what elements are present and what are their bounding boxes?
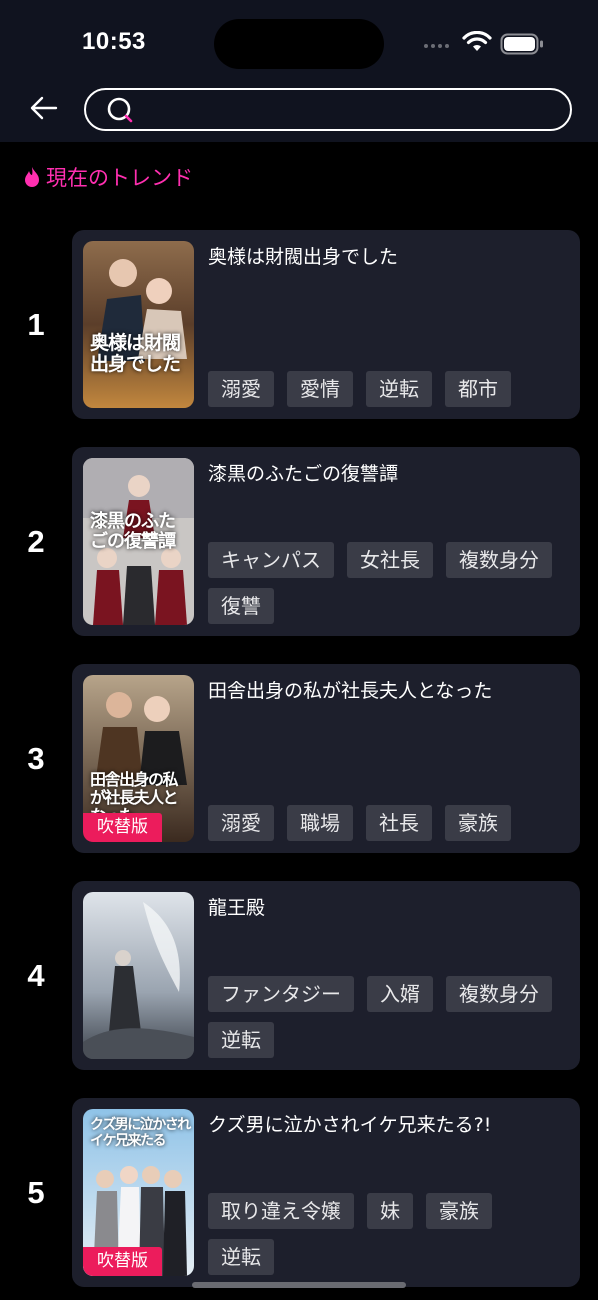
trend-title: 現在のトレンド — [46, 166, 193, 190]
drama-poster[interactable]: クズ男に泣かされイケ兄来たる 吹替版 — [83, 1109, 194, 1276]
trend-section-header: 現在のトレンド — [22, 162, 193, 192]
poster-title: 奥様は財閥出身でした — [90, 332, 181, 375]
genre-tag[interactable]: キャンパス — [208, 542, 334, 578]
genre-tag[interactable]: 愛情 — [287, 371, 353, 407]
tag-list: 溺愛 職場 社長 豪族 — [208, 805, 568, 841]
flame-icon — [25, 167, 39, 187]
drama-title: 龍王殿 — [208, 897, 266, 919]
cellular-signal-icon — [424, 44, 449, 48]
back-arrow-icon — [30, 96, 58, 120]
drama-card[interactable]: 田舎出身の私が社長夫人となった 吹替版 田舎出身の私が社長夫人となった 溺愛 職… — [72, 664, 580, 853]
drama-poster[interactable] — [83, 892, 194, 1059]
rank-number: 5 — [27, 1175, 45, 1210]
genre-tag[interactable]: 逆転 — [208, 1239, 274, 1275]
rank-number: 4 — [27, 958, 45, 993]
drama-poster[interactable]: 奥様は財閥出身でした — [83, 241, 194, 408]
genre-tag[interactable]: ファンタジー — [208, 976, 354, 1012]
genre-tag[interactable]: 都市 — [445, 371, 511, 407]
search-bar[interactable] — [84, 88, 572, 131]
poster-title: クズ男に泣かされイケ兄来たる — [90, 1117, 191, 1149]
genre-tag[interactable]: 豪族 — [445, 805, 511, 841]
drama-card[interactable]: 漆黒のふたごの復讐譚 漆黒のふたごの復讐譚 キャンパス 女社長 複数身分 復讐 — [72, 447, 580, 636]
genre-tag[interactable]: 逆転 — [208, 1022, 274, 1058]
poster-title: 漆黒のふたごの復讐譚 — [90, 511, 176, 552]
drama-title: クズ男に泣かされイケ兄来たる?! — [208, 1114, 492, 1136]
genre-tag[interactable]: 複数身分 — [446, 542, 552, 578]
dynamic-island — [214, 19, 384, 69]
rank-number: 3 — [27, 741, 45, 776]
home-indicator[interactable] — [192, 1282, 406, 1288]
top-bar: 10:53 — [0, 0, 598, 142]
genre-tag[interactable]: 社長 — [366, 805, 432, 841]
status-time: 10:53 — [82, 28, 146, 55]
search-input[interactable] — [140, 90, 564, 131]
tag-list: ファンタジー 入婿 複数身分 逆転 — [208, 976, 568, 1058]
drama-card[interactable]: クズ男に泣かされイケ兄来たる 吹替版 クズ男に泣かされイケ兄来たる?! 取り違え… — [72, 1098, 580, 1287]
drama-title: 奥様は財閥出身でした — [208, 246, 399, 268]
drama-title: 漆黒のふたごの復讐譚 — [208, 463, 399, 485]
genre-tag[interactable]: 妹 — [367, 1193, 413, 1229]
tag-list: 取り違え令嬢 妹 豪族 逆転 — [208, 1193, 568, 1275]
tag-list: 溺愛 愛情 逆転 都市 — [208, 371, 568, 407]
genre-tag[interactable]: 溺愛 — [208, 805, 274, 841]
rank-number: 1 — [27, 307, 45, 342]
drama-poster[interactable]: 田舎出身の私が社長夫人となった 吹替版 — [83, 675, 194, 842]
genre-tag[interactable]: 入婿 — [367, 976, 433, 1012]
genre-tag[interactable]: 取り違え令嬢 — [208, 1193, 354, 1229]
back-button[interactable] — [26, 90, 62, 126]
rank-number: 2 — [27, 524, 45, 559]
drama-card[interactable]: 龍王殿 ファンタジー 入婿 複数身分 逆転 — [72, 881, 580, 1070]
genre-tag[interactable]: 逆転 — [366, 371, 432, 407]
trend-search-screen: 10:53 現在のトレンド 1 奥様は財閥出身でした 奥様は財閥出身でした 溺愛… — [0, 0, 598, 1300]
genre-tag[interactable]: 複数身分 — [446, 976, 552, 1012]
drama-poster[interactable]: 漆黒のふたごの復讐譚 — [83, 458, 194, 625]
drama-title: 田舎出身の私が社長夫人となった — [208, 680, 493, 702]
battery-icon — [500, 33, 543, 55]
genre-tag[interactable]: 職場 — [287, 805, 353, 841]
search-icon — [107, 97, 133, 123]
drama-card[interactable]: 奥様は財閥出身でした 奥様は財閥出身でした 溺愛 愛情 逆転 都市 — [72, 230, 580, 419]
dubbed-badge: 吹替版 — [83, 1247, 162, 1276]
dubbed-badge: 吹替版 — [83, 813, 162, 842]
tag-list: キャンパス 女社長 複数身分 復讐 — [208, 542, 568, 624]
wifi-icon — [462, 31, 492, 51]
genre-tag[interactable]: 豪族 — [426, 1193, 492, 1229]
genre-tag[interactable]: 女社長 — [347, 542, 433, 578]
genre-tag[interactable]: 溺愛 — [208, 371, 274, 407]
genre-tag[interactable]: 復讐 — [208, 588, 274, 624]
